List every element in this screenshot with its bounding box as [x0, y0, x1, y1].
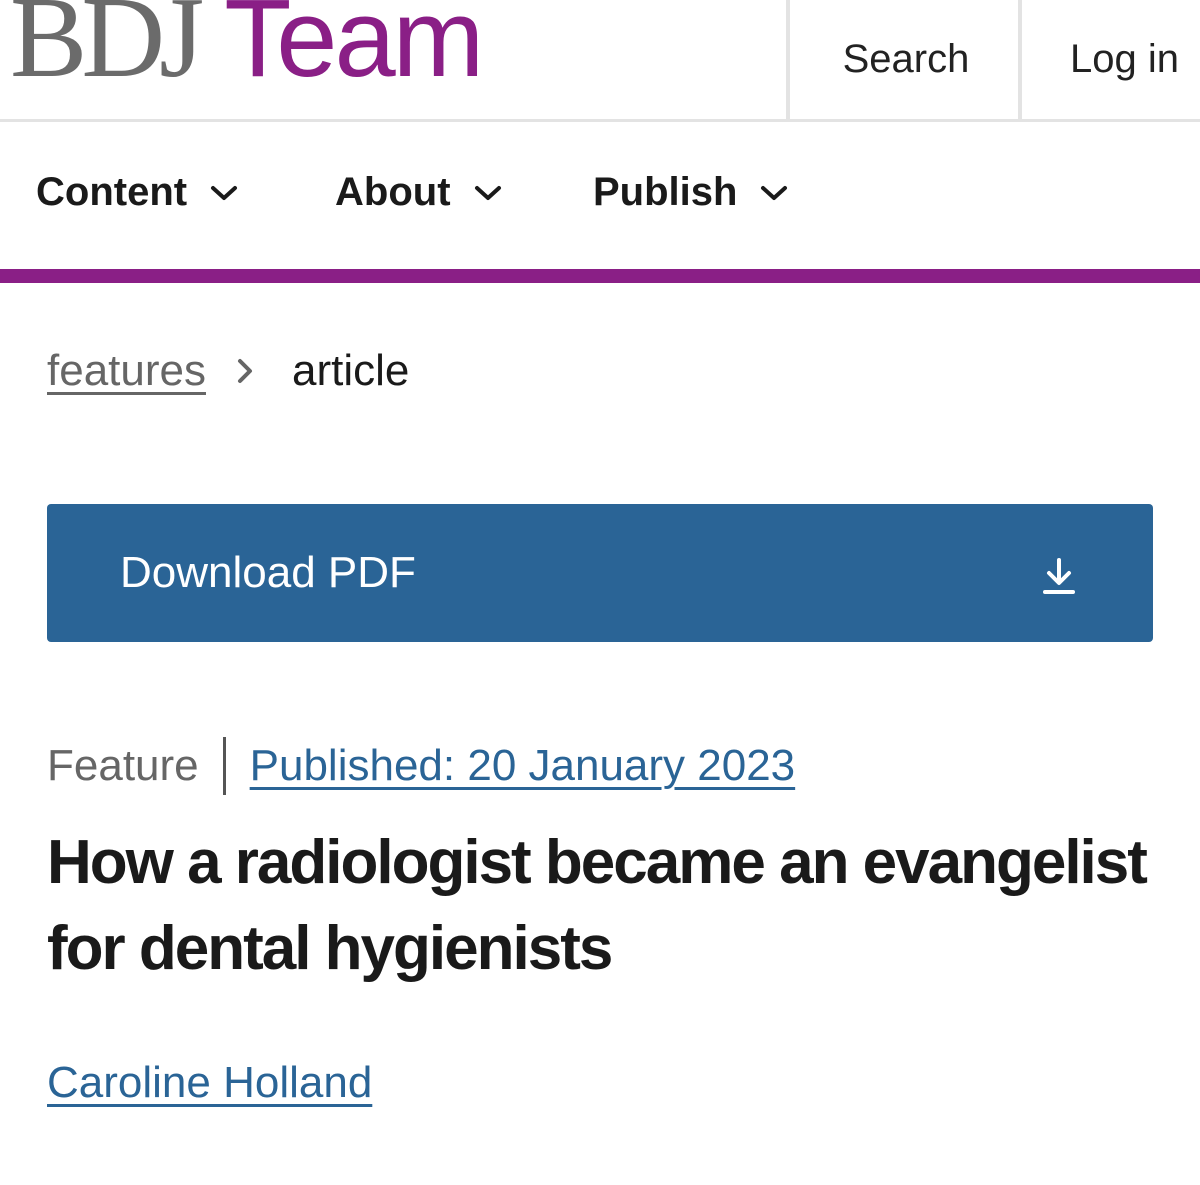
article-title: How a radiologist became an evangelist f… [47, 828, 1148, 983]
nav-item-label: Publish [593, 170, 738, 214]
article-type: Feature [47, 741, 199, 790]
published-date-link[interactable]: Published: 20 January 2023 [250, 741, 796, 791]
chevron-down-icon [474, 185, 501, 200]
meta-divider [222, 737, 226, 795]
main-nav: Content About Publish [0, 122, 1200, 269]
download-pdf-button[interactable]: Download PDF [47, 504, 1153, 642]
download-icon [1043, 558, 1075, 594]
chevron-down-icon [211, 185, 238, 200]
chevron-right-icon [237, 359, 252, 383]
logo-team-text: Team [224, 0, 484, 100]
author-link[interactable]: Caroline Holland [47, 1058, 372, 1108]
chevron-down-icon [761, 185, 788, 200]
breadcrumb: features article [47, 346, 409, 396]
site-header: BDJ Team Search Log in [0, 0, 1200, 122]
search-button[interactable]: Search [786, 0, 1022, 119]
nav-item-about[interactable]: About [335, 170, 503, 215]
breadcrumb-current: article [291, 346, 410, 395]
nav-divider [0, 269, 1200, 283]
nav-item-label: Content [36, 170, 188, 214]
login-button[interactable]: Log in [1018, 0, 1200, 119]
nav-item-content[interactable]: Content [36, 170, 239, 215]
nav-item-publish[interactable]: Publish [593, 170, 789, 215]
breadcrumb-link-features[interactable]: features [47, 346, 206, 396]
site-logo[interactable]: BDJ Team [10, 0, 484, 102]
logo-bdj-text: BDJ [10, 0, 204, 102]
article-meta: Feature Published: 20 January 2023 [47, 737, 795, 795]
nav-item-label: About [335, 170, 451, 214]
download-pdf-label: Download PDF [120, 548, 416, 597]
